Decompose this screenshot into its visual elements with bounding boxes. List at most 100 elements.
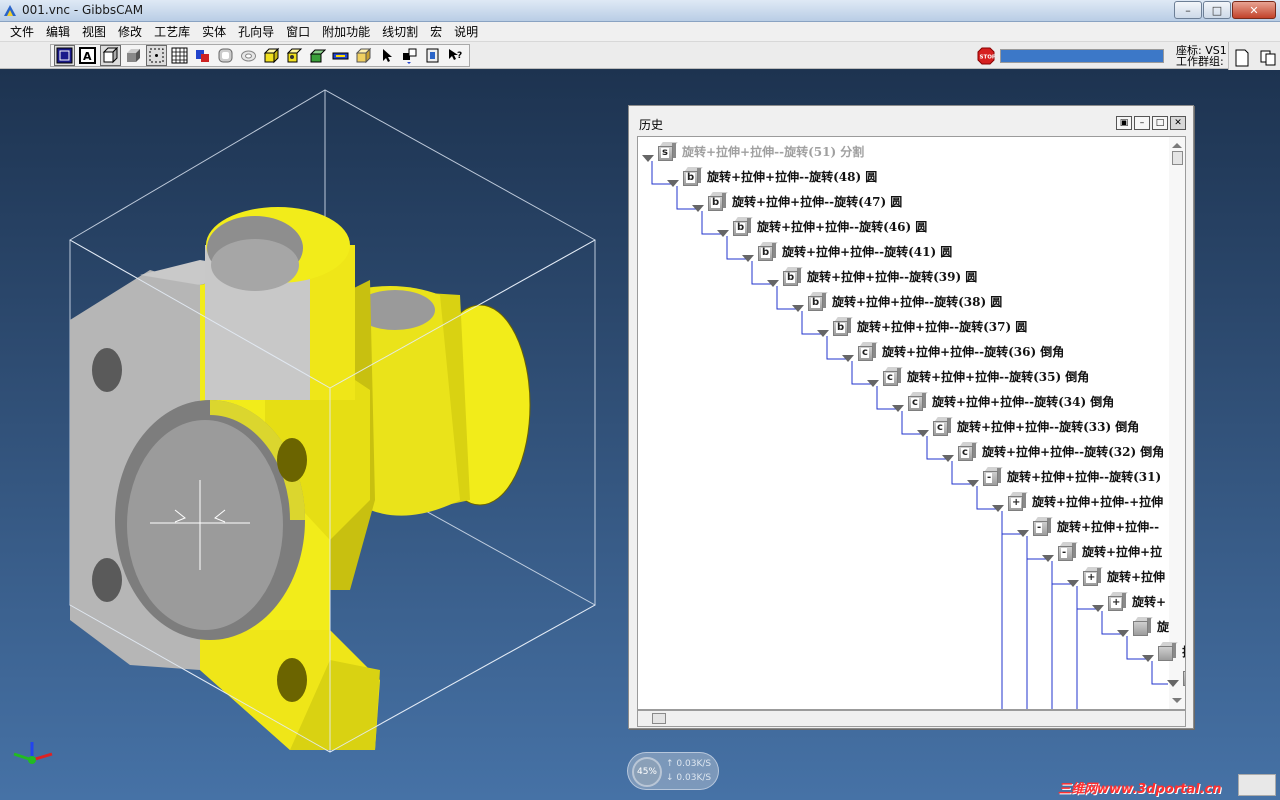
expand-triangle-icon[interactable]: [742, 254, 754, 262]
node-type-letter: b: [811, 296, 821, 308]
scroll-up-arrow[interactable]: [1172, 143, 1182, 148]
history-node[interactable]: + 旋转+拉伸: [1067, 564, 1165, 588]
history-node[interactable]: 拉: [1142, 639, 1185, 663]
menu-view[interactable]: 视图: [76, 22, 112, 42]
history-node[interactable]: b 旋转+拉伸+拉伸--旋转(46) 圆: [717, 214, 927, 238]
menu-macro[interactable]: 宏: [424, 22, 448, 42]
menu-edit[interactable]: 编辑: [40, 22, 76, 42]
horizontal-scroll-thumb[interactable]: [652, 713, 666, 724]
history-node[interactable]: s 旋转+拉伸+拉伸--旋转(51) 分割: [642, 139, 864, 163]
history-tree[interactable]: s 旋转+拉伸+拉伸--旋转(51) 分割 b 旋转+拉伸+拉伸--旋转(48) 圆b…: [637, 136, 1186, 710]
text-view-icon[interactable]: A: [77, 45, 98, 66]
expand-triangle-icon[interactable]: [867, 379, 879, 387]
node-type-letter: b: [736, 221, 746, 233]
expand-triangle-icon[interactable]: [842, 354, 854, 362]
history-node[interactable]: 旋: [1117, 614, 1169, 638]
history-node[interactable]: c 旋转+拉伸+拉伸--旋转(32) 倒角: [942, 439, 1164, 463]
expand-triangle-icon[interactable]: [917, 429, 929, 437]
vertical-scroll-thumb[interactable]: [1172, 151, 1183, 165]
node-type-letter: +: [1086, 571, 1097, 583]
menu-modify[interactable]: 修改: [112, 22, 148, 42]
menu-hole-wizard[interactable]: 孔向导: [232, 22, 280, 42]
history-node[interactable]: b 旋转+拉伸+拉伸--旋转(47) 圆: [692, 189, 902, 213]
expand-triangle-icon[interactable]: [767, 279, 779, 287]
history-node[interactable]: - 旋转+拉伸+拉: [1042, 539, 1162, 563]
scroll-down-arrow[interactable]: [1172, 698, 1182, 703]
history-node-label: 旋转+拉伸+拉伸--旋转(38) 圆: [832, 294, 1003, 309]
history-node[interactable]: b 旋转+拉伸+拉伸--旋转(48) 圆: [667, 164, 877, 188]
expand-triangle-icon[interactable]: [1167, 679, 1179, 687]
stop-icon[interactable]: STOP: [977, 47, 995, 65]
close-button[interactable]: ✕: [1232, 1, 1276, 19]
cut-solid-icon[interactable]: [238, 45, 259, 66]
history-node-label: 旋转+拉伸+拉伸--旋转(36) 倒角: [882, 344, 1065, 359]
shell-icon[interactable]: [215, 45, 236, 66]
history-node[interactable]: b 旋转+拉伸+拉伸--旋转(38) 圆: [792, 289, 1002, 313]
color-solid-icon[interactable]: [192, 45, 213, 66]
history-maximize-button[interactable]: □: [1152, 116, 1168, 130]
history-node[interactable]: - 旋转+拉伸+拉伸--旋转(31): [967, 464, 1161, 488]
expand-triangle-icon[interactable]: [817, 329, 829, 337]
expand-triangle-icon[interactable]: [792, 304, 804, 312]
history-node[interactable]: 拉伸(1: [1167, 664, 1185, 688]
expand-triangle-icon[interactable]: [667, 179, 679, 187]
grid-icon[interactable]: [169, 45, 190, 66]
history-node[interactable]: c 旋转+拉伸+拉伸--旋转(34) 倒角: [892, 389, 1114, 413]
expand-triangle-icon[interactable]: [1142, 654, 1154, 662]
expand-triangle-icon[interactable]: [1017, 529, 1029, 537]
sweep-icon[interactable]: [307, 45, 328, 66]
history-node-label: 拉: [1182, 643, 1185, 660]
history-node[interactable]: - 旋转+拉伸+拉伸--: [1017, 514, 1159, 538]
upload-rate-value: 0.03K/S: [676, 759, 712, 769]
expand-triangle-icon[interactable]: [1092, 604, 1104, 612]
menu-help[interactable]: 说明: [448, 22, 484, 42]
history-dock-button[interactable]: ▣: [1116, 116, 1132, 130]
new-document-icon[interactable]: [1230, 46, 1254, 70]
expand-triangle-icon[interactable]: [992, 504, 1004, 512]
wireframe-view-icon[interactable]: [54, 45, 75, 66]
select-window-icon[interactable]: [146, 45, 167, 66]
horizontal-scrollbar[interactable]: [637, 710, 1186, 727]
section-view-icon[interactable]: [422, 45, 443, 66]
menu-solid[interactable]: 实体: [196, 22, 232, 42]
history-node[interactable]: b 旋转+拉伸+拉伸--旋转(39) 圆: [767, 264, 977, 288]
history-minimize-button[interactable]: –: [1134, 116, 1150, 130]
minimize-button[interactable]: –: [1174, 1, 1202, 19]
menu-addons[interactable]: 附加功能: [316, 22, 376, 42]
vertical-scrollbar[interactable]: [1169, 137, 1185, 709]
copy-document-icon[interactable]: [1256, 46, 1280, 70]
select-faces-icon[interactable]: [399, 45, 420, 66]
expand-triangle-icon[interactable]: [967, 479, 979, 487]
menu-wire-edm[interactable]: 线切割: [376, 22, 424, 42]
history-node[interactable]: c 旋转+拉伸+拉伸--旋转(36) 倒角: [842, 339, 1064, 363]
solid-view-icon[interactable]: [123, 45, 144, 66]
cursor-icon[interactable]: [376, 45, 397, 66]
history-node[interactable]: b 旋转+拉伸+拉伸--旋转(37) 圆: [817, 314, 1027, 338]
loft-icon[interactable]: [330, 45, 351, 66]
maximize-button[interactable]: □: [1203, 1, 1231, 19]
help-cursor-icon[interactable]: ?: [445, 45, 466, 66]
corner-button[interactable]: [1238, 774, 1276, 796]
menu-process-library[interactable]: 工艺库: [148, 22, 196, 42]
menu-file[interactable]: 文件: [4, 22, 40, 42]
expand-triangle-icon[interactable]: [1042, 554, 1054, 562]
history-node[interactable]: b 旋转+拉伸+拉伸--旋转(41) 圆: [742, 239, 952, 263]
history-node[interactable]: c 旋转+拉伸+拉伸--旋转(33) 倒角: [917, 414, 1139, 438]
revolve-icon[interactable]: [284, 45, 305, 66]
extrude-icon[interactable]: [261, 45, 282, 66]
expand-triangle-icon[interactable]: [717, 229, 729, 237]
fillet-icon[interactable]: [353, 45, 374, 66]
expand-triangle-icon[interactable]: [642, 154, 654, 162]
expand-triangle-icon[interactable]: [1117, 629, 1129, 637]
history-panel-title: 历史: [639, 118, 664, 132]
history-node[interactable]: + 旋转+: [1092, 589, 1166, 613]
menu-window[interactable]: 窗口: [280, 22, 316, 42]
expand-triangle-icon[interactable]: [942, 454, 954, 462]
expand-triangle-icon[interactable]: [1067, 579, 1079, 587]
history-close-button[interactable]: ✕: [1170, 116, 1186, 130]
expand-triangle-icon[interactable]: [692, 204, 704, 212]
history-node[interactable]: + 旋转+拉伸+拉伸-+拉伸: [992, 489, 1163, 513]
expand-triangle-icon[interactable]: [892, 404, 904, 412]
box-view-icon[interactable]: [100, 45, 121, 66]
history-node[interactable]: c 旋转+拉伸+拉伸--旋转(35) 倒角: [867, 364, 1089, 388]
